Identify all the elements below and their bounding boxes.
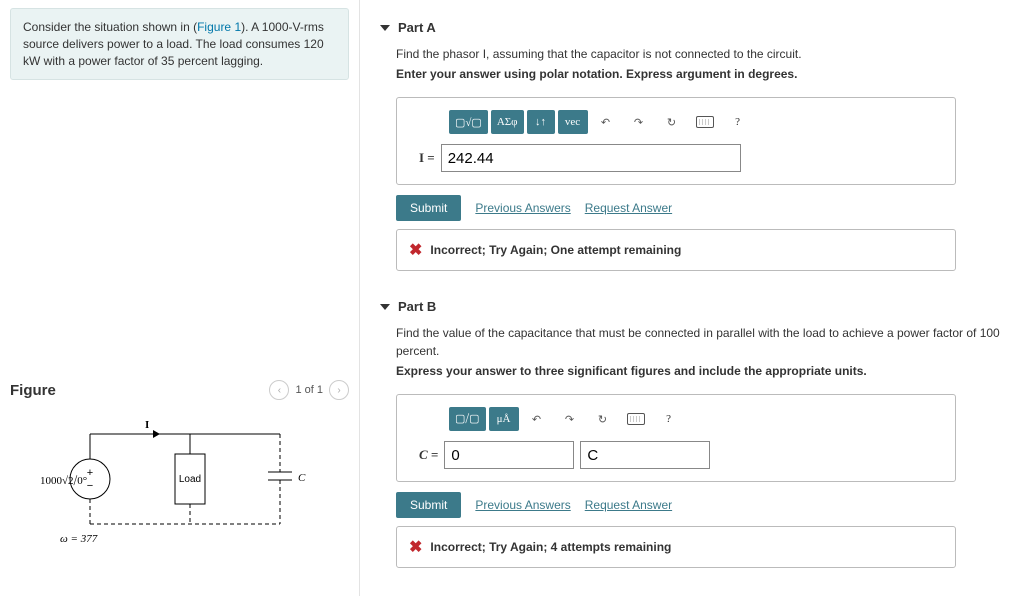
svg-text:+: + <box>86 467 92 479</box>
help-button[interactable]: ? <box>723 110 753 134</box>
figure-title: Figure <box>10 382 56 399</box>
part-b-instruction: Express your answer to three significant… <box>396 362 1010 380</box>
part-b-submit-button[interactable]: Submit <box>396 492 461 518</box>
part-a-header[interactable]: Part A <box>374 10 1010 41</box>
part-b-header[interactable]: Part B <box>374 289 1010 320</box>
svg-text:I: I <box>145 419 149 431</box>
part-a-eq-label: I = <box>419 150 435 166</box>
part-b-title: Part B <box>398 299 436 314</box>
part-a-instruction: Enter your answer using polar notation. … <box>396 65 1010 83</box>
fig-prev-button[interactable]: ‹ <box>269 380 289 400</box>
redo-button[interactable]: ↷ <box>624 110 654 134</box>
part-a-answer-box: ▢√▢ ΑΣφ ↓↑ vec ↶ ↷ ↻ ? I = <box>396 97 956 185</box>
vec-button[interactable]: vec <box>558 110 588 134</box>
problem-text-pre: Consider the situation shown in ( <box>23 20 197 34</box>
help-button[interactable]: ? <box>654 407 684 431</box>
part-b-eq-label: C = <box>419 447 438 463</box>
keyboard-icon[interactable] <box>690 110 720 134</box>
keyboard-icon[interactable] <box>621 407 651 431</box>
part-b-answer-box: ▢⧸▢ μÅ ↶ ↷ ↻ ? C = <box>396 394 956 482</box>
figure-link[interactable]: Figure 1 <box>197 20 241 34</box>
svg-text:Load: Load <box>178 474 200 485</box>
reset-button[interactable]: ↻ <box>657 110 687 134</box>
figure-counter: 1 of 1 <box>295 384 323 396</box>
svg-text:ω = 377: ω = 377 <box>60 533 98 545</box>
caret-down-icon <box>380 304 390 310</box>
part-a-answer-input[interactable] <box>441 144 741 172</box>
problem-statement: Consider the situation shown in (Figure … <box>10 8 349 80</box>
part-b-prev-answers-link[interactable]: Previous Answers <box>475 498 570 512</box>
redo-button[interactable]: ↷ <box>555 407 585 431</box>
reset-button[interactable]: ↻ <box>588 407 618 431</box>
part-b-request-answer-link[interactable]: Request Answer <box>585 498 672 512</box>
x-icon: ✖ <box>409 537 422 557</box>
undo-button[interactable]: ↶ <box>591 110 621 134</box>
part-a-feedback: ✖ Incorrect; Try Again; One attempt rema… <box>396 229 956 271</box>
greek-button[interactable]: ΑΣφ <box>491 110 524 134</box>
circuit-figure: + − 1000√2⧸0° ω = 377 Load C I <box>10 414 349 554</box>
units-button[interactable]: μÅ <box>489 407 519 431</box>
part-b-prompt: Find the value of the capacitance that m… <box>396 326 1000 358</box>
caret-down-icon <box>380 25 390 31</box>
undo-button[interactable]: ↶ <box>522 407 552 431</box>
templates-button[interactable]: ▢⧸▢ <box>449 407 486 431</box>
x-icon: ✖ <box>409 240 422 260</box>
part-a-prev-answers-link[interactable]: Previous Answers <box>475 201 570 215</box>
part-b-feedback: ✖ Incorrect; Try Again; 4 attempts remai… <box>396 526 956 568</box>
part-a-request-answer-link[interactable]: Request Answer <box>585 201 672 215</box>
svg-text:−: − <box>86 480 92 492</box>
svg-text:C: C <box>298 472 306 484</box>
part-a-submit-button[interactable]: Submit <box>396 195 461 221</box>
part-b-value-input[interactable] <box>444 441 574 469</box>
part-b-unit-input[interactable] <box>580 441 710 469</box>
part-b-feedback-text: Incorrect; Try Again; 4 attempts remaini… <box>430 540 671 554</box>
part-a-title: Part A <box>398 20 436 35</box>
svg-text:1000√2⧸0°: 1000√2⧸0° <box>40 475 87 487</box>
templates-button[interactable]: ▢√▢ <box>449 110 488 134</box>
part-a-prompt: Find the phasor I, assuming that the cap… <box>396 47 802 61</box>
fig-next-button[interactable]: › <box>329 380 349 400</box>
part-a-feedback-text: Incorrect; Try Again; One attempt remain… <box>430 243 681 257</box>
arrows-button[interactable]: ↓↑ <box>527 110 555 134</box>
